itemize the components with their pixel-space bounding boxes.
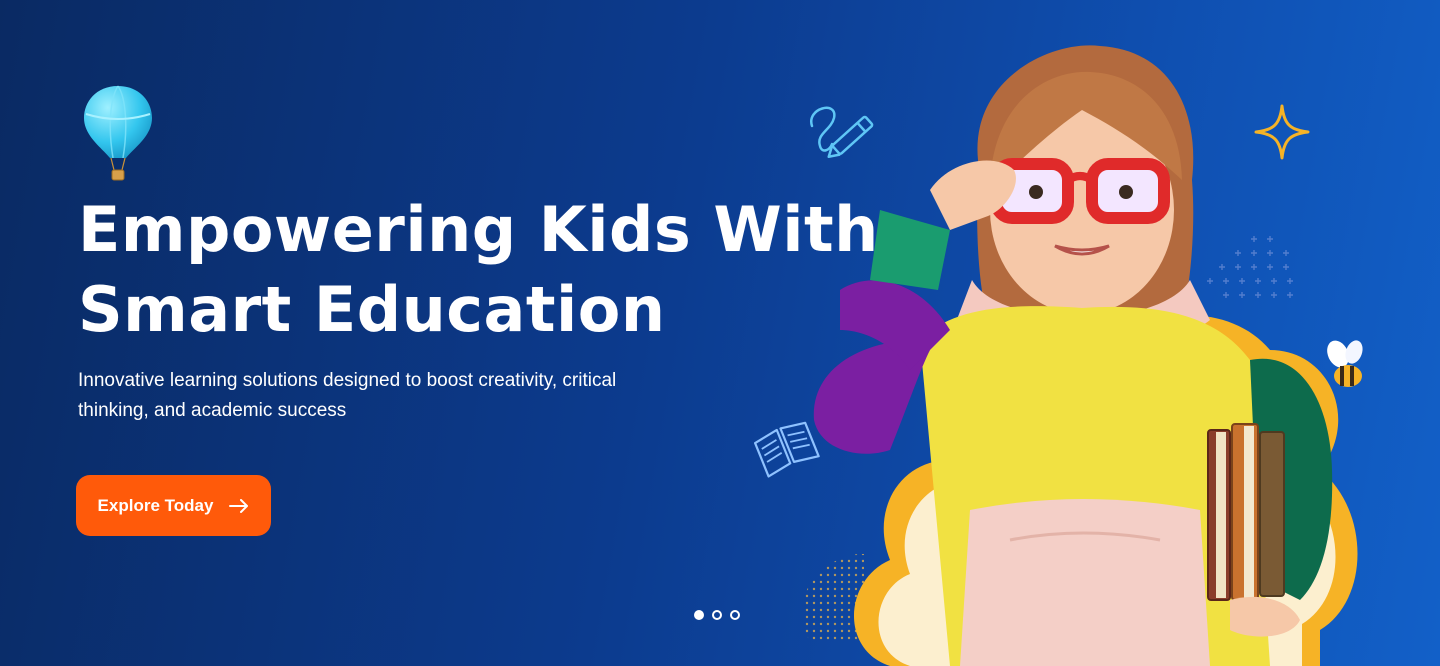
explore-today-button[interactable]: Explore Today: [76, 475, 271, 536]
explore-today-label: Explore Today: [97, 495, 214, 515]
hot-air-balloon-icon: [84, 85, 152, 181]
carousel-dot-2[interactable]: [712, 610, 722, 620]
carousel-pagination: [694, 610, 740, 620]
headline-line-2: Smart Education: [78, 273, 666, 346]
hero-banner: Empowering Kids With Smart Education Inn…: [0, 0, 1440, 666]
child-with-glasses-illustration: [813, 45, 1358, 666]
hero-subtitle: Innovative learning solutions designed t…: [78, 370, 617, 421]
hero-headline: Empowering Kids With Smart Education: [78, 190, 879, 350]
bee-icon: [1327, 340, 1363, 387]
headline-line-1: Empowering Kids With: [78, 193, 879, 266]
carousel-dot-1[interactable]: [694, 610, 704, 620]
arrow-right-icon: [229, 498, 249, 513]
carousel-dot-3[interactable]: [730, 610, 740, 620]
